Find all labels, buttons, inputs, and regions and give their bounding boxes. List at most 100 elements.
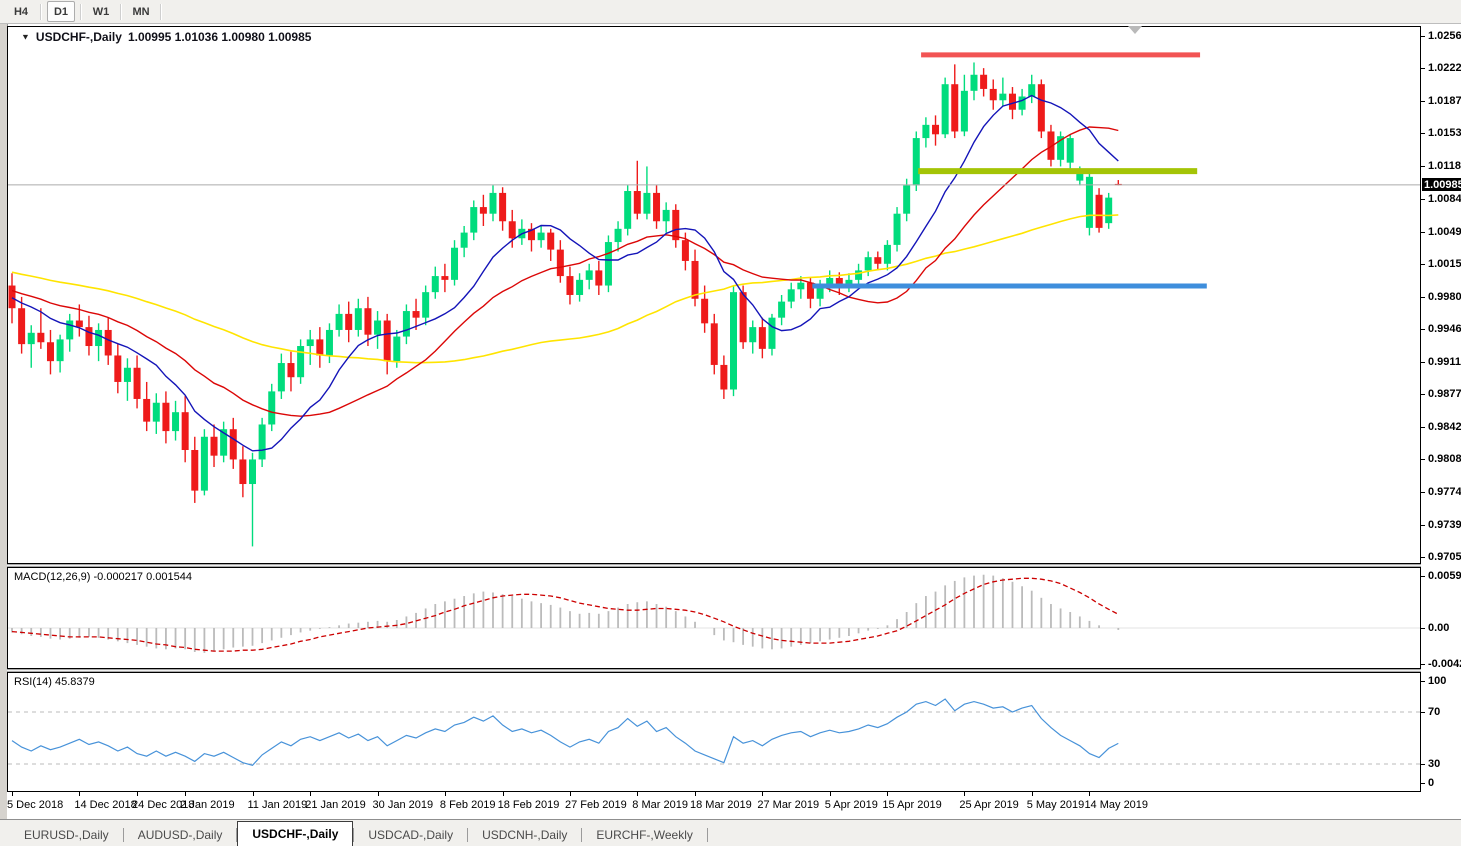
candle-body [104,329,112,356]
ma-slow-line [11,214,1119,364]
candle-body [797,282,805,290]
toolbar-separator [80,3,82,20]
candle-body [75,320,83,328]
candle-body [460,232,468,248]
chart-symbol-label: USDCHF-,Daily [35,30,122,44]
main-chart-panel: ▼ USDCHF-,Daily 1.00995 1.01036 1.00980 … [7,26,1421,564]
candle-body [864,257,872,271]
candle-body [720,364,728,390]
candle-body [441,276,449,280]
candle-body [402,311,410,337]
chart-title: ▼ USDCHF-,Daily 1.00995 1.01036 1.00980 … [21,30,311,44]
candle-body [595,270,603,286]
main-chart-canvas[interactable] [8,27,1420,563]
candle-body [37,332,45,343]
chart-tab-bar: EURUSD-,Daily AUDUSD-,Daily USDCHF-,Daily U… [0,819,1461,846]
date-axis[interactable]: 5 Dec 2018 14 Dec 2018 24 Dec 2018 2 Jan 20… [7,792,1421,819]
timeframe-button-mn[interactable]: MN [127,1,155,22]
candle-body [191,449,199,491]
candle-body [316,339,324,356]
candle-body [855,270,863,280]
rsi-scale-label: 0 [1428,777,1435,789]
date-label: 11 Jan 2019 [247,799,308,811]
price-scale-label-tick [1421,525,1425,526]
chart-tab-audusd[interactable]: AUDUSD-,Daily [124,824,237,846]
candle-body [874,257,882,264]
candle-body [566,276,574,295]
timeframe-button-d1[interactable]: D1 [47,1,75,22]
chart-tab-eurchf[interactable]: EURCHF-,Weekly [582,824,706,846]
candle-body [383,320,391,362]
candle-body [922,124,930,139]
date-tick [12,792,13,796]
chart-tab-usdcad[interactable]: USDCAD-,Daily [354,824,467,846]
candle-body [249,459,256,485]
chart-menu-icon[interactable]: ▼ [21,33,30,42]
price-scale-label-tick [1421,329,1425,330]
candle-body [239,459,247,485]
candle-body [374,320,382,335]
price-scale-label: 1.01180 [1428,160,1461,172]
candle-body [1008,93,1016,110]
price-scale-label-tick [1421,133,1425,134]
date-tick [137,792,139,796]
macd-scale-label-tick [1421,576,1425,577]
candle-body [354,308,362,330]
chart-tab-eurusd[interactable]: EURUSD-,Daily [10,824,123,846]
mt4-application-window: H4 D1 W1 MN ▼ USDCHF-,Daily 1.00995 1.01036… [0,0,1461,846]
date-tick [502,792,504,796]
rsi-scale-label-tick [1421,764,1425,765]
candle-body [893,213,901,245]
candle-body [691,260,699,299]
date-label: 5 Dec 2018 [7,799,64,811]
price-scale-label-tick [1421,557,1425,558]
candle-body [941,84,949,135]
candle-body [508,221,516,239]
candle-body [883,244,891,264]
macd-canvas[interactable] [8,568,1420,668]
price-scale-label-tick [1421,459,1425,460]
candle-body [210,436,218,456]
candle-body [758,327,766,349]
candle-body [422,292,430,318]
rsi-scale-label-tick [1421,783,1425,784]
candle-body [576,279,584,295]
date-label: 14 Dec 2018 [74,799,137,811]
date-tick [252,792,254,796]
price-scale-label: 0.97050 [1428,551,1461,563]
candle-body [1076,173,1084,181]
macd-panel: MACD(12,26,9) -0.000217 0.001544 [7,567,1421,669]
candle-body [662,209,670,222]
rsi-canvas[interactable] [8,673,1420,791]
macd-values: -0.000217 0.001544 [93,571,192,583]
chart-tab-usdchf[interactable]: USDCHF-,Daily [237,821,354,846]
price-scale-label-tick [1421,232,1425,233]
timeframe-button-h4[interactable]: H4 [7,1,35,22]
macd-scale-label: 0.00597 [1428,570,1461,582]
rsi-value: 45.8379 [54,676,95,688]
chart-shift-marker-icon[interactable] [1128,26,1142,34]
candle-wick [40,308,42,349]
candle-body [345,313,353,330]
date-tick [444,792,446,796]
price-scale-label: 0.98080 [1428,453,1461,465]
date-tick [185,792,187,796]
candle-body [980,74,988,89]
price-scale-label: 0.97390 [1428,519,1461,531]
candle-body [624,191,632,229]
price-scale-label-tick [1421,199,1425,200]
price-scale-label: 1.02220 [1428,62,1461,74]
candle-body [325,329,333,356]
date-label: 14 May 2019 [1084,799,1149,811]
timeframe-button-w1[interactable]: W1 [87,1,115,22]
chart-tab-usdcnh[interactable]: USDCNH-,Daily [468,824,581,846]
rsi-scale-label-tick [1421,712,1425,713]
candle-body [451,247,459,280]
date-label: 25 Apr 2019 [959,799,1019,811]
candle-body [970,74,978,91]
date-tick [569,792,571,796]
candle-body [1037,84,1045,132]
date-label: 18 Mar 2019 [690,799,752,811]
macd-scale-label: -0.00424 [1428,658,1461,670]
candle-body [633,191,641,214]
